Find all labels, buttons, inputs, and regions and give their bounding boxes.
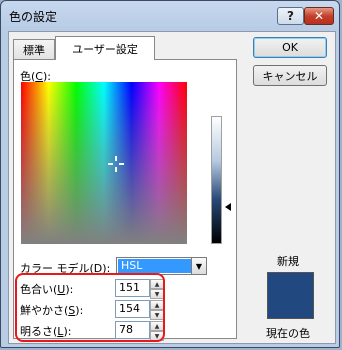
help-button[interactable]: ? xyxy=(277,7,304,25)
luminance-arrow-icon[interactable] xyxy=(225,203,231,211)
color-preview-swatch xyxy=(267,272,314,319)
color-spectrum[interactable] xyxy=(21,82,187,244)
tab-standard[interactable]: 標準 xyxy=(13,39,55,59)
current-color-label: 現在の色 xyxy=(266,327,310,340)
highlight-annotation xyxy=(15,273,165,342)
crosshair-icon xyxy=(108,156,124,172)
ok-button[interactable]: OK xyxy=(253,37,327,58)
color-dialog: 色の設定 ? ✕ 標準 ユーザー設定 色(C): カラー モデル(D): HSL… xyxy=(0,0,340,348)
new-color-label: 新規 xyxy=(277,255,299,268)
luminance-slider[interactable] xyxy=(211,116,222,244)
tab-user-defined[interactable]: ユーザー設定 xyxy=(55,36,155,60)
color-model-value: HSL xyxy=(118,259,191,273)
dialog-title: 色の設定 xyxy=(9,10,58,24)
chevron-down-icon[interactable]: ▼ xyxy=(191,258,206,274)
close-button[interactable]: ✕ xyxy=(304,7,334,25)
dialog-client: 標準 ユーザー設定 色(C): カラー モデル(D): HSL ▼ 色合い(U)… xyxy=(8,31,336,344)
user-defined-panel: 色(C): カラー モデル(D): HSL ▼ 色合い(U): 151 ▲ ▼ … xyxy=(13,59,237,342)
cancel-button[interactable]: キャンセル xyxy=(253,65,327,86)
title-bar[interactable]: 色の設定 ? ✕ xyxy=(1,1,339,31)
